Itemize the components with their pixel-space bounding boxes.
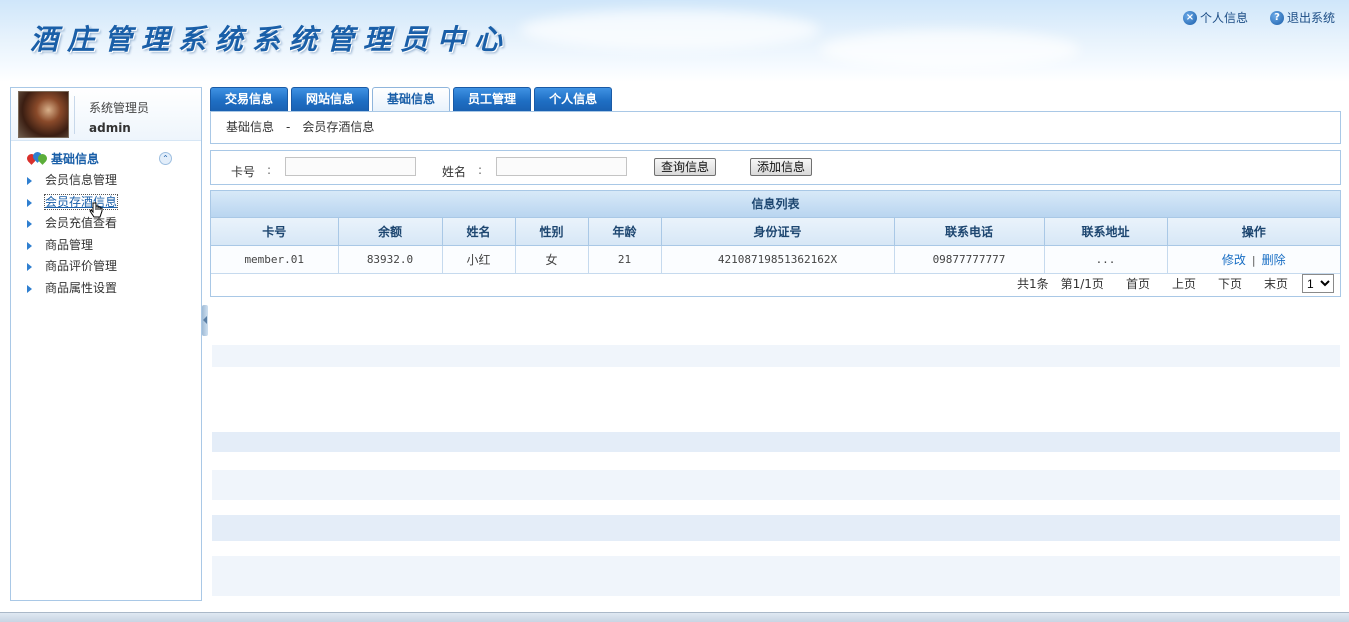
ghost-row <box>212 432 1340 452</box>
add-button[interactable]: 添加信息 <box>750 158 813 176</box>
sidebar-item-attributes[interactable]: 商品属性设置 <box>25 278 117 300</box>
ghost-row <box>212 515 1340 541</box>
sidebar-item-member-wine[interactable]: 会员存酒信息 <box>25 192 119 214</box>
pager-total: 共1条 <box>1016 277 1049 291</box>
triangle-right-icon <box>27 177 32 185</box>
pager-last[interactable]: 末页 <box>1264 275 1288 292</box>
pager-prev[interactable]: 上页 <box>1172 275 1196 292</box>
user-divider <box>74 96 75 134</box>
column-header: 操作 <box>1167 218 1340 246</box>
name-label: 姓名 <box>442 165 467 179</box>
triangle-right-icon <box>27 263 32 271</box>
sidebar-item-label: 会员存酒信息 <box>43 193 119 210</box>
name-colon: : <box>478 163 483 177</box>
triangle-right-icon <box>27 220 32 228</box>
tab-website[interactable]: 网站信息 <box>291 87 370 111</box>
sidebar-item-member-info[interactable]: 会员信息管理 <box>25 170 117 192</box>
menu-section-basic[interactable]: 基础信息 ⌃ <box>25 150 195 166</box>
sidebar-item-label: 商品属性设置 <box>45 280 118 295</box>
pagination: 共1条 第1/1页 首页 上页 下页 末页 1 <box>1017 274 1334 293</box>
column-header: 联系地址 <box>1044 218 1168 246</box>
menu-section-label: 基础信息 <box>51 152 100 166</box>
logout-link-label: 退出系统 <box>1286 11 1335 25</box>
info-table-panel: 信息列表 卡号 余额 姓名 性别 年龄 身份证号 联系电话 联系地址 操作 me… <box>210 190 1341 297</box>
tab-profile[interactable]: 个人信息 <box>534 87 613 111</box>
triangle-right-icon <box>27 284 32 293</box>
edit-link[interactable]: 修改 <box>1222 253 1246 267</box>
breadcrumb-part1: 基础信息 <box>226 120 275 134</box>
header-cloud <box>820 30 1080 70</box>
cell-balance: 83932.0 <box>338 245 443 274</box>
ghost-row <box>212 556 1340 596</box>
chevron-up-icon[interactable]: ⌃ <box>159 152 172 165</box>
table-title: 信息列表 <box>211 191 1340 218</box>
cell-name: 小红 <box>442 245 516 274</box>
sidebar-item-label: 商品评价管理 <box>45 259 118 273</box>
sidebar-item-reviews[interactable]: 商品评价管理 <box>25 256 117 278</box>
pager-next[interactable]: 下页 <box>1218 275 1242 292</box>
cell-age: 21 <box>588 245 662 274</box>
profile-link[interactable]: × 个人信息 <box>1182 9 1248 26</box>
sidebar-collapse-handle[interactable] <box>202 305 208 336</box>
header-links: × 个人信息 ? 退出系统 <box>1182 9 1335 26</box>
table-row: member.01 83932.0 小红 女 21 42108719851362… <box>211 245 1340 274</box>
profile-link-label: 个人信息 <box>1199 11 1248 25</box>
sidebar-item-label: 商品管理 <box>45 237 94 252</box>
column-header: 姓名 <box>442 218 516 246</box>
pager-current: 第1/1页 <box>1060 277 1104 291</box>
app-header: 酒庄管理系统系统管理员中心 × 个人信息 ? 退出系统 <box>0 0 1349 82</box>
column-header: 年龄 <box>588 218 662 246</box>
sidebar-item-products[interactable]: 商品管理 <box>25 235 117 257</box>
pager-first[interactable]: 首页 <box>1126 275 1150 292</box>
sidebar-item-label: 会员充值查看 <box>45 216 118 230</box>
logout-link[interactable]: ? 退出系统 <box>1269 9 1335 26</box>
user-role: 系统管理员 <box>89 101 150 115</box>
app-title: 酒庄管理系统系统管理员中心 <box>30 23 512 56</box>
page-select[interactable]: 1 <box>1302 274 1334 293</box>
triangle-right-icon <box>27 241 32 250</box>
column-header: 联系电话 <box>894 218 1045 246</box>
user-name: admin <box>89 121 131 135</box>
sidebar-item-member-recharge[interactable]: 会员充值查看 <box>25 213 117 235</box>
breadcrumb: 基础信息 - 会员存酒信息 <box>210 111 1341 144</box>
delete-link[interactable]: 删除 <box>1262 253 1286 267</box>
card-label: 卡号 <box>231 165 256 179</box>
info-table: 卡号 余额 姓名 性别 年龄 身份证号 联系电话 联系地址 操作 member.… <box>211 218 1340 274</box>
triangle-right-icon <box>27 198 32 207</box>
tab-basic-info[interactable]: 基础信息 <box>372 87 451 112</box>
avatar <box>18 91 69 138</box>
search-bar: 卡号 : 姓名 : 查询信息 添加信息 <box>210 150 1341 185</box>
column-header: 卡号 <box>211 218 339 246</box>
help-circle-icon: ? <box>1269 10 1284 25</box>
cell-card: member.01 <box>211 245 339 274</box>
cell-gender: 女 <box>515 245 589 274</box>
cell-address: ... <box>1044 245 1168 274</box>
query-button[interactable]: 查询信息 <box>654 158 717 176</box>
tab-transactions[interactable]: 交易信息 <box>210 87 289 111</box>
column-header: 余额 <box>338 218 443 246</box>
cell-phone: 09877777777 <box>894 245 1045 274</box>
card-input[interactable] <box>285 157 416 176</box>
table-header-row: 卡号 余额 姓名 性别 年龄 身份证号 联系电话 联系地址 操作 <box>211 218 1340 246</box>
action-separator: | <box>1251 254 1256 267</box>
ghost-row <box>212 470 1340 500</box>
menu-list: 会员信息管理 会员存酒信息 会员充值查看 商品管理 商品评价管理 商品属性设置 <box>25 170 119 300</box>
leaf-icon <box>25 150 49 165</box>
card-colon: : <box>267 163 272 177</box>
tab-staff[interactable]: 员工管理 <box>453 87 532 111</box>
breadcrumb-part2: 会员存酒信息 <box>302 120 375 134</box>
name-input[interactable] <box>496 157 627 176</box>
sidebar-item-label: 会员信息管理 <box>45 173 118 187</box>
breadcrumb-separator: - <box>286 120 291 134</box>
main-tabs: 交易信息 网站信息 基础信息 员工管理 个人信息 <box>210 87 613 112</box>
left-sidebar: 系统管理员 admin 基础信息 ⌃ 会员信息管理 会员存酒信息 会员充值查看 … <box>10 87 202 601</box>
user-box: 系统管理员 admin <box>11 88 201 141</box>
column-header: 性别 <box>515 218 589 246</box>
ghost-row <box>212 345 1340 367</box>
column-header: 身份证号 <box>661 218 895 246</box>
header-cloud <box>520 10 820 50</box>
close-circle-icon: × <box>1182 10 1197 25</box>
cell-actions: 修改 | 删除 <box>1167 245 1340 274</box>
cell-id-number: 42108719851362162X <box>661 245 895 274</box>
